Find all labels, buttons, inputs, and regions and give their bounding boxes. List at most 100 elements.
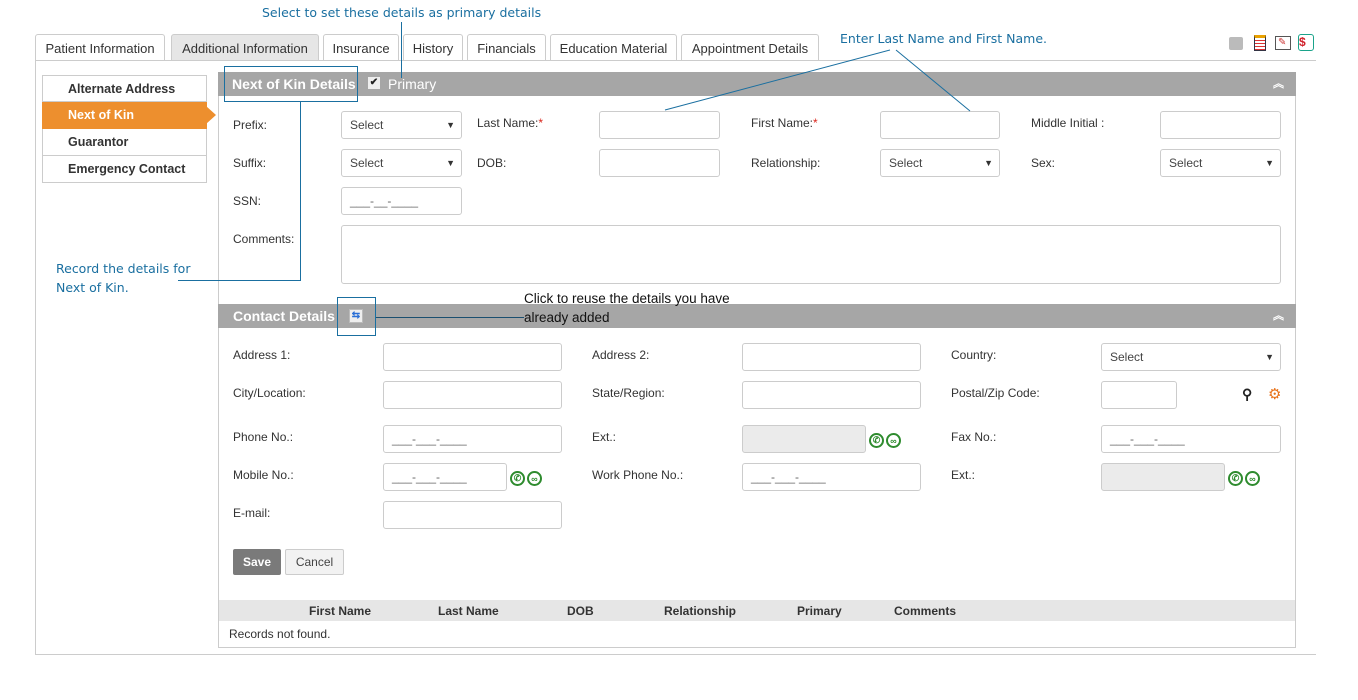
no-call-icon[interactable]: ✆ <box>869 433 884 448</box>
tab-patient-information[interactable]: Patient Information <box>35 34 165 61</box>
annotation-record-line2: Next of Kin. <box>56 280 129 295</box>
country-select[interactable]: Select <box>1101 343 1281 371</box>
postal-input[interactable] <box>1101 381 1177 409</box>
column-relationship[interactable]: Relationship <box>664 604 736 618</box>
address1-input[interactable] <box>383 343 562 371</box>
tab-education-material[interactable]: Education Material <box>550 34 677 61</box>
search-icon[interactable]: ⚲ <box>1242 386 1252 403</box>
phone-input[interactable]: ___-___-____ <box>383 425 562 453</box>
column-dob[interactable]: DOB <box>567 604 594 618</box>
collapse-icon[interactable]: ︽ <box>1273 75 1284 91</box>
annotation-record: Record the details for Next of Kin. <box>56 259 190 297</box>
active-pointer <box>206 106 216 124</box>
sidebar-item-alternate-address[interactable]: Alternate Address <box>42 75 207 102</box>
no-voicemail-icon[interactable]: ∞ <box>886 433 901 448</box>
required-mark: * <box>538 116 544 130</box>
empty-table-message: Records not found. <box>229 627 331 641</box>
annotation-primary: Select to set these details as primary d… <box>262 5 542 20</box>
annotation-line <box>401 22 402 78</box>
primary-checkbox[interactable]: ✔ <box>368 77 380 89</box>
annotation-line <box>376 317 524 318</box>
no-call-icon[interactable]: ✆ <box>1228 471 1243 486</box>
contact-header[interactable]: Contact Details ⇆ ︽ <box>218 304 1296 328</box>
no-call-icon[interactable]: ✆ <box>510 471 525 486</box>
middle-initial-input[interactable] <box>1160 111 1281 139</box>
postal-label: Postal/Zip Code: <box>951 386 1040 400</box>
tab-financials[interactable]: Financials <box>467 34 546 61</box>
cancel-button[interactable]: Cancel <box>285 549 344 575</box>
save-button[interactable]: Save <box>233 549 281 575</box>
annotation-lines-names <box>664 49 971 112</box>
gear-icon[interactable]: ⚙ <box>1268 385 1281 403</box>
prefix-select[interactable]: Select <box>341 111 462 139</box>
column-primary[interactable]: Primary <box>797 604 842 618</box>
table-header <box>219 600 1295 621</box>
work-phone-label: Work Phone No.: <box>592 468 684 482</box>
first-name-label: First Name:* <box>751 116 818 130</box>
billing-icon[interactable]: $ <box>1298 34 1314 51</box>
sidebar-item-emergency-contact[interactable]: Emergency Contact <box>42 156 207 183</box>
sidebar-item-next-of-kin[interactable]: Next of Kin <box>42 102 207 129</box>
first-name-label-text: First Name: <box>751 116 814 130</box>
fax-input[interactable]: ___-___-____ <box>1101 425 1281 453</box>
annotation-line <box>300 101 301 281</box>
suffix-label: Suffix: <box>233 156 267 170</box>
email-label: E-mail: <box>233 506 271 520</box>
column-last-name[interactable]: Last Name <box>438 604 499 618</box>
last-name-label: Last Name:* <box>477 116 543 130</box>
annotation-record-line1: Record the details for <box>56 261 191 276</box>
sex-label: Sex: <box>1031 156 1056 170</box>
address1-label: Address 1: <box>233 348 291 362</box>
annotation-reuse: Click to reuse the details you have alrea… <box>524 289 730 327</box>
address2-input[interactable] <box>742 343 921 371</box>
first-name-input[interactable] <box>880 111 1000 139</box>
annotation-box-reuse <box>337 297 376 336</box>
mobile-label: Mobile No.: <box>233 468 294 482</box>
work-ext-label: Ext.: <box>951 468 976 482</box>
relationship-select[interactable]: Select <box>880 149 1000 177</box>
sidebar-item-guarantor[interactable]: Guarantor <box>42 129 207 156</box>
sex-select[interactable]: Select <box>1160 149 1281 177</box>
city-input[interactable] <box>383 381 562 409</box>
relationship-label: Relationship: <box>751 156 821 170</box>
ext-input <box>742 425 866 453</box>
column-comments[interactable]: Comments <box>894 604 956 618</box>
annotation-names: Enter Last Name and First Name. <box>840 31 1048 46</box>
pdf-report-icon[interactable]: ✎ <box>1275 36 1291 50</box>
work-ext-input <box>1101 463 1225 491</box>
contact-title: Contact Details <box>233 308 335 324</box>
country-label: Country: <box>951 348 997 362</box>
comments-label: Comments: <box>233 232 295 246</box>
mobile-input[interactable]: ___-___-____ <box>383 463 507 491</box>
phone-label: Phone No.: <box>233 430 294 444</box>
email-input[interactable] <box>383 501 562 529</box>
ssn-input[interactable]: ___-__-____ <box>341 187 462 215</box>
middle-initial-label: Middle Initial : <box>1031 116 1105 130</box>
collapse-icon[interactable]: ︽ <box>1273 307 1284 323</box>
suffix-select[interactable]: Select <box>341 149 462 177</box>
no-voicemail-icon[interactable]: ∞ <box>1245 471 1260 486</box>
clipboard-icon[interactable] <box>1254 35 1266 51</box>
annotation-reuse-line1: Click to reuse the details you have <box>524 291 730 306</box>
annotation-box-kin <box>224 66 358 102</box>
state-label: State/Region: <box>592 386 665 400</box>
prefix-label: Prefix: <box>233 118 268 132</box>
no-voicemail-icon[interactable]: ∞ <box>527 471 542 486</box>
tab-history[interactable]: History <box>403 34 463 61</box>
annotation-reuse-line2: already added <box>524 310 610 325</box>
tab-insurance[interactable]: Insurance <box>323 34 399 61</box>
tab-additional-information[interactable]: Additional Information <box>171 34 319 61</box>
address2-label: Address 2: <box>592 348 650 362</box>
fax-label: Fax No.: <box>951 430 997 444</box>
required-mark: * <box>813 116 818 130</box>
column-first-name[interactable]: First Name <box>309 604 371 618</box>
comments-textarea[interactable] <box>341 225 1281 284</box>
dob-input[interactable] <box>599 149 720 177</box>
last-name-label-text: Last Name: <box>477 116 539 130</box>
dob-label: DOB: <box>477 156 507 170</box>
annotation-line <box>178 280 301 281</box>
state-input[interactable] <box>742 381 921 409</box>
work-phone-input[interactable]: ___-___-____ <box>742 463 921 491</box>
last-name-input[interactable] <box>599 111 720 139</box>
notes-icon[interactable] <box>1229 37 1243 50</box>
